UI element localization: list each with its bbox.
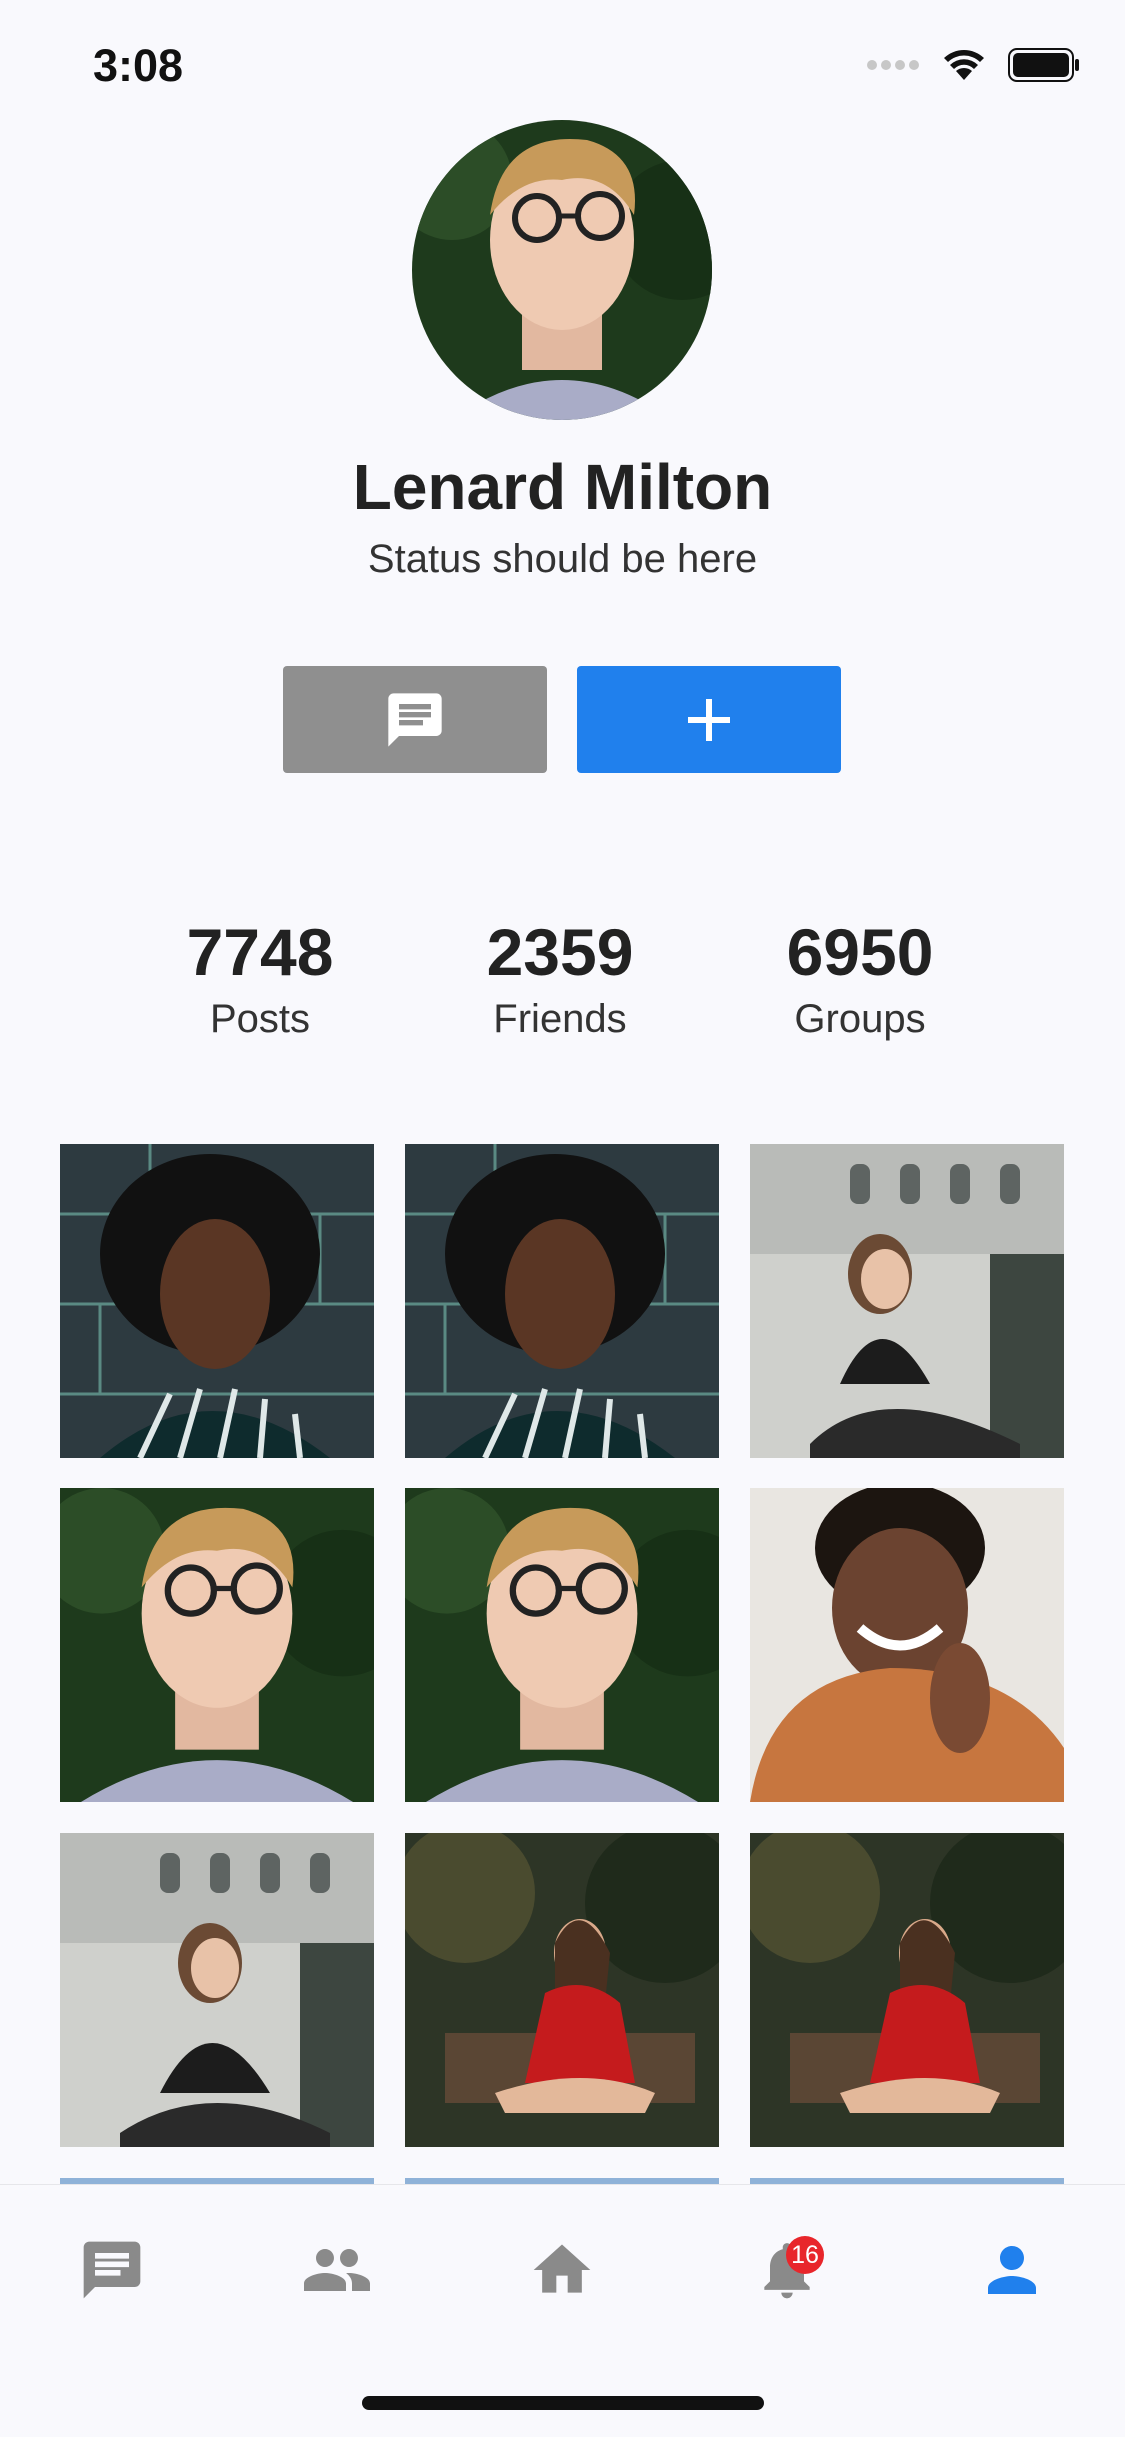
photo-thumbnail[interactable]: [405, 1488, 719, 1802]
person-icon: [988, 2246, 1036, 2294]
photo-thumbnail[interactable]: [405, 1833, 719, 2147]
stat-posts[interactable]: 7748 Posts: [110, 910, 410, 1044]
stat-groups[interactable]: 6950 Groups: [710, 910, 1010, 1044]
tab-home[interactable]: [522, 2230, 602, 2310]
photo-thumbnail[interactable]: [750, 1833, 1064, 2147]
status-time: 3:08: [93, 40, 184, 91]
stat-label: Groups: [794, 997, 926, 1041]
plus-icon: [688, 698, 730, 741]
photo-thumbnail[interactable]: [60, 1488, 374, 1802]
photo-thumbnail[interactable]: [405, 1144, 719, 1458]
photo-thumbnail[interactable]: [750, 1488, 1064, 1802]
photo-thumbnail[interactable]: [60, 1144, 374, 1458]
signal-dots-icon: [867, 60, 919, 70]
battery-icon: [1008, 48, 1079, 82]
photo-thumbnail[interactable]: [60, 1833, 374, 2147]
tab-chat[interactable]: [72, 2230, 152, 2310]
avatar[interactable]: [412, 120, 712, 420]
profile-status: Status should be here: [367, 537, 758, 581]
home-icon: [533, 2244, 591, 2293]
wifi-icon: [944, 50, 984, 80]
stat-friends[interactable]: 2359 Friends: [410, 910, 710, 1044]
stat-label: Posts: [209, 997, 311, 1041]
stat-value: 7748: [186, 915, 334, 989]
notification-badge: 16: [786, 2236, 824, 2274]
message-button[interactable]: [283, 666, 547, 773]
chat-icon: [83, 2241, 141, 2299]
stat-value: 2359: [486, 915, 634, 989]
message-icon: [388, 692, 442, 747]
stat-label: Friends: [493, 997, 627, 1041]
home-indicator: [362, 2396, 764, 2410]
tab-profile[interactable]: [972, 2230, 1052, 2310]
photo-thumbnail[interactable]: [750, 1144, 1064, 1458]
add-friend-button[interactable]: [577, 666, 841, 773]
tab-friends[interactable]: [297, 2230, 377, 2310]
status-icons: [866, 48, 1080, 82]
stat-value: 6950: [786, 915, 934, 989]
profile-name: Lenard Milton: [352, 451, 773, 523]
people-icon: [304, 2249, 370, 2291]
